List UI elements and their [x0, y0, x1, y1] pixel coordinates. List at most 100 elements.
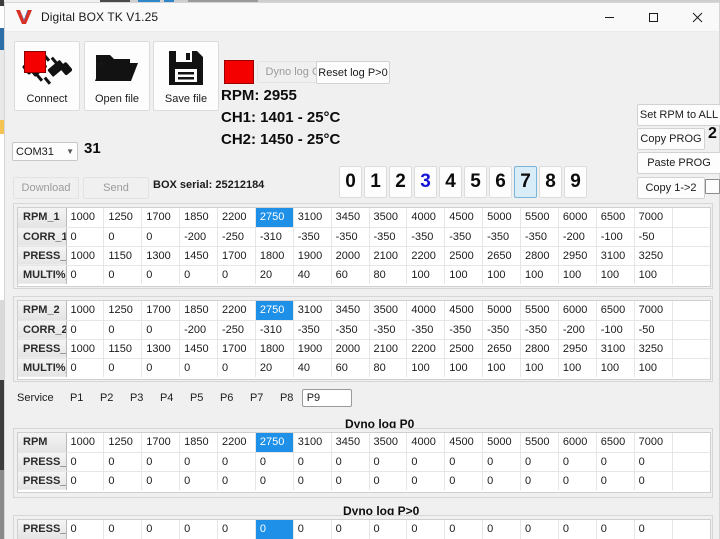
data-cell[interactable]: 100	[482, 358, 521, 377]
data-cell[interactable]: 0	[66, 227, 105, 247]
data-cell[interactable]: 0	[217, 265, 256, 284]
data-cell[interactable]: 1250	[103, 433, 143, 453]
data-cell[interactable]: 0	[141, 471, 181, 490]
data-cell[interactable]: -250	[217, 320, 256, 340]
data-cell[interactable]: -350	[520, 320, 559, 340]
data-cell[interactable]: 1000	[66, 339, 105, 359]
data-cell[interactable]: 1900	[293, 339, 332, 359]
data-cell[interactable]: 0	[179, 265, 218, 284]
data-cell[interactable]: 0	[103, 358, 143, 377]
program-digit-6[interactable]: 6	[489, 166, 512, 198]
data-cell[interactable]: 6000	[558, 208, 597, 228]
data-cell[interactable]: 0	[520, 452, 559, 472]
data-cell[interactable]: 4500	[444, 433, 484, 453]
data-cell[interactable]: 0	[255, 520, 294, 539]
data-cell[interactable]: 1000	[66, 301, 105, 321]
data-cell[interactable]: 2100	[369, 246, 408, 266]
data-cell[interactable]: 1000	[66, 246, 105, 266]
data-cell[interactable]: 0	[634, 520, 673, 539]
data-cell[interactable]: 0	[558, 520, 597, 539]
data-cell[interactable]: -350	[331, 320, 370, 340]
service-tab-p5[interactable]: P5	[182, 392, 212, 404]
data-cell[interactable]: -50	[634, 227, 673, 247]
set-rpm-to-all-button[interactable]: Set RPM to ALL	[637, 104, 720, 126]
data-cell[interactable]: 0	[444, 452, 484, 472]
data-cell[interactable]: 2500	[444, 246, 484, 266]
data-cell[interactable]: 100	[634, 358, 673, 377]
dyno-log-p0-grid[interactable]: RPM 1000 1250 1700 1850 2200 2750 3100 3450 3500 4…	[17, 432, 711, 493]
data-cell[interactable]: 0	[141, 227, 181, 247]
data-cell[interactable]: 1300	[141, 339, 181, 359]
data-cell[interactable]: 2650	[482, 246, 521, 266]
data-cell[interactable]: 2100	[369, 339, 408, 359]
data-cell[interactable]: 0	[141, 265, 181, 284]
data-cell[interactable]: 5000	[482, 208, 521, 228]
data-cell[interactable]: 0	[103, 520, 143, 539]
program-digit-9[interactable]: 9	[564, 166, 587, 198]
data-cell[interactable]: 1700	[217, 246, 256, 266]
data-cell[interactable]: 1700	[141, 301, 181, 321]
data-cell[interactable]: 4000	[406, 208, 446, 228]
service-tab-p1[interactable]: P1	[62, 392, 92, 404]
com-port-select[interactable]: COM31 ▼	[12, 142, 78, 161]
data-cell[interactable]: 0	[179, 452, 218, 472]
data-cell[interactable]: 7000	[634, 301, 673, 321]
data-cell[interactable]: 1700	[217, 339, 256, 359]
data-cell[interactable]: 1300	[141, 246, 181, 266]
reset-log-button[interactable]: Reset log P>0	[316, 61, 390, 84]
data-cell[interactable]: 3450	[331, 301, 370, 321]
data-cell[interactable]: 2750	[255, 433, 294, 453]
program-digit-1[interactable]: 1	[364, 166, 387, 198]
data-cell[interactable]: 0	[369, 520, 408, 539]
program-table-2-grid[interactable]: RPM_2 1000 1250 1700 1850 2200 2750 3100 3450 350…	[17, 300, 711, 380]
data-cell[interactable]: 2200	[406, 246, 446, 266]
data-cell[interactable]: 7000	[634, 433, 673, 453]
data-cell[interactable]: -250	[217, 227, 256, 247]
data-cell[interactable]: 3450	[331, 208, 370, 228]
data-cell[interactable]: 2750	[255, 208, 294, 228]
data-cell[interactable]: 0	[66, 520, 105, 539]
data-cell[interactable]: 0	[141, 520, 181, 539]
data-cell[interactable]: 1700	[141, 208, 181, 228]
data-cell[interactable]: 100	[520, 358, 559, 377]
dyno-log-p0-table[interactable]: RPM 1000 1250 1700 1850 2200 2750 3100 3450 3500 4…	[18, 433, 710, 490]
data-cell[interactable]: 0	[331, 452, 370, 472]
paste-prog-button[interactable]: Paste PROG	[637, 152, 720, 174]
data-cell[interactable]: 3100	[596, 339, 635, 359]
close-icon[interactable]	[675, 3, 719, 31]
data-cell[interactable]: -350	[406, 320, 446, 340]
save-file-button[interactable]: Save file	[153, 41, 219, 111]
data-cell[interactable]: 0	[444, 520, 484, 539]
data-cell[interactable]: 100	[634, 265, 673, 284]
data-cell[interactable]: -350	[369, 320, 408, 340]
dyno-log-pgt0-table[interactable]: PRESS_10000000000000000PRESS_20000000000…	[18, 520, 710, 539]
data-cell[interactable]: 2200	[217, 208, 256, 228]
data-cell[interactable]: 0	[558, 471, 597, 490]
data-cell[interactable]: 2500	[444, 339, 484, 359]
data-cell[interactable]: 0	[255, 452, 294, 472]
data-cell[interactable]: 0	[634, 471, 673, 490]
data-cell[interactable]: -350	[369, 227, 408, 247]
data-cell[interactable]: 0	[331, 520, 370, 539]
data-cell[interactable]: 5500	[520, 301, 559, 321]
data-cell[interactable]: 0	[369, 471, 408, 490]
data-cell[interactable]: 0	[103, 452, 143, 472]
service-tab-p4[interactable]: P4	[152, 392, 182, 404]
data-cell[interactable]: 0	[520, 471, 559, 490]
copy-prog-button[interactable]: Copy PROG	[637, 128, 705, 150]
data-cell[interactable]: 0	[103, 265, 143, 284]
data-cell[interactable]: 100	[558, 358, 597, 377]
download-button[interactable]: Download	[13, 177, 79, 199]
data-cell[interactable]: -350	[293, 320, 332, 340]
data-cell[interactable]: 0	[103, 227, 143, 247]
data-cell[interactable]: 4500	[444, 208, 484, 228]
data-cell[interactable]: 3500	[369, 433, 408, 453]
data-cell[interactable]: 3100	[293, 301, 332, 321]
data-cell[interactable]: 0	[179, 520, 218, 539]
data-cell[interactable]: 0	[141, 320, 181, 340]
minimize-icon[interactable]	[587, 3, 631, 31]
program-digit-0[interactable]: 0	[339, 166, 362, 198]
data-cell[interactable]: 0	[482, 452, 521, 472]
data-cell[interactable]: 0	[634, 452, 673, 472]
data-cell[interactable]: 0	[558, 452, 597, 472]
